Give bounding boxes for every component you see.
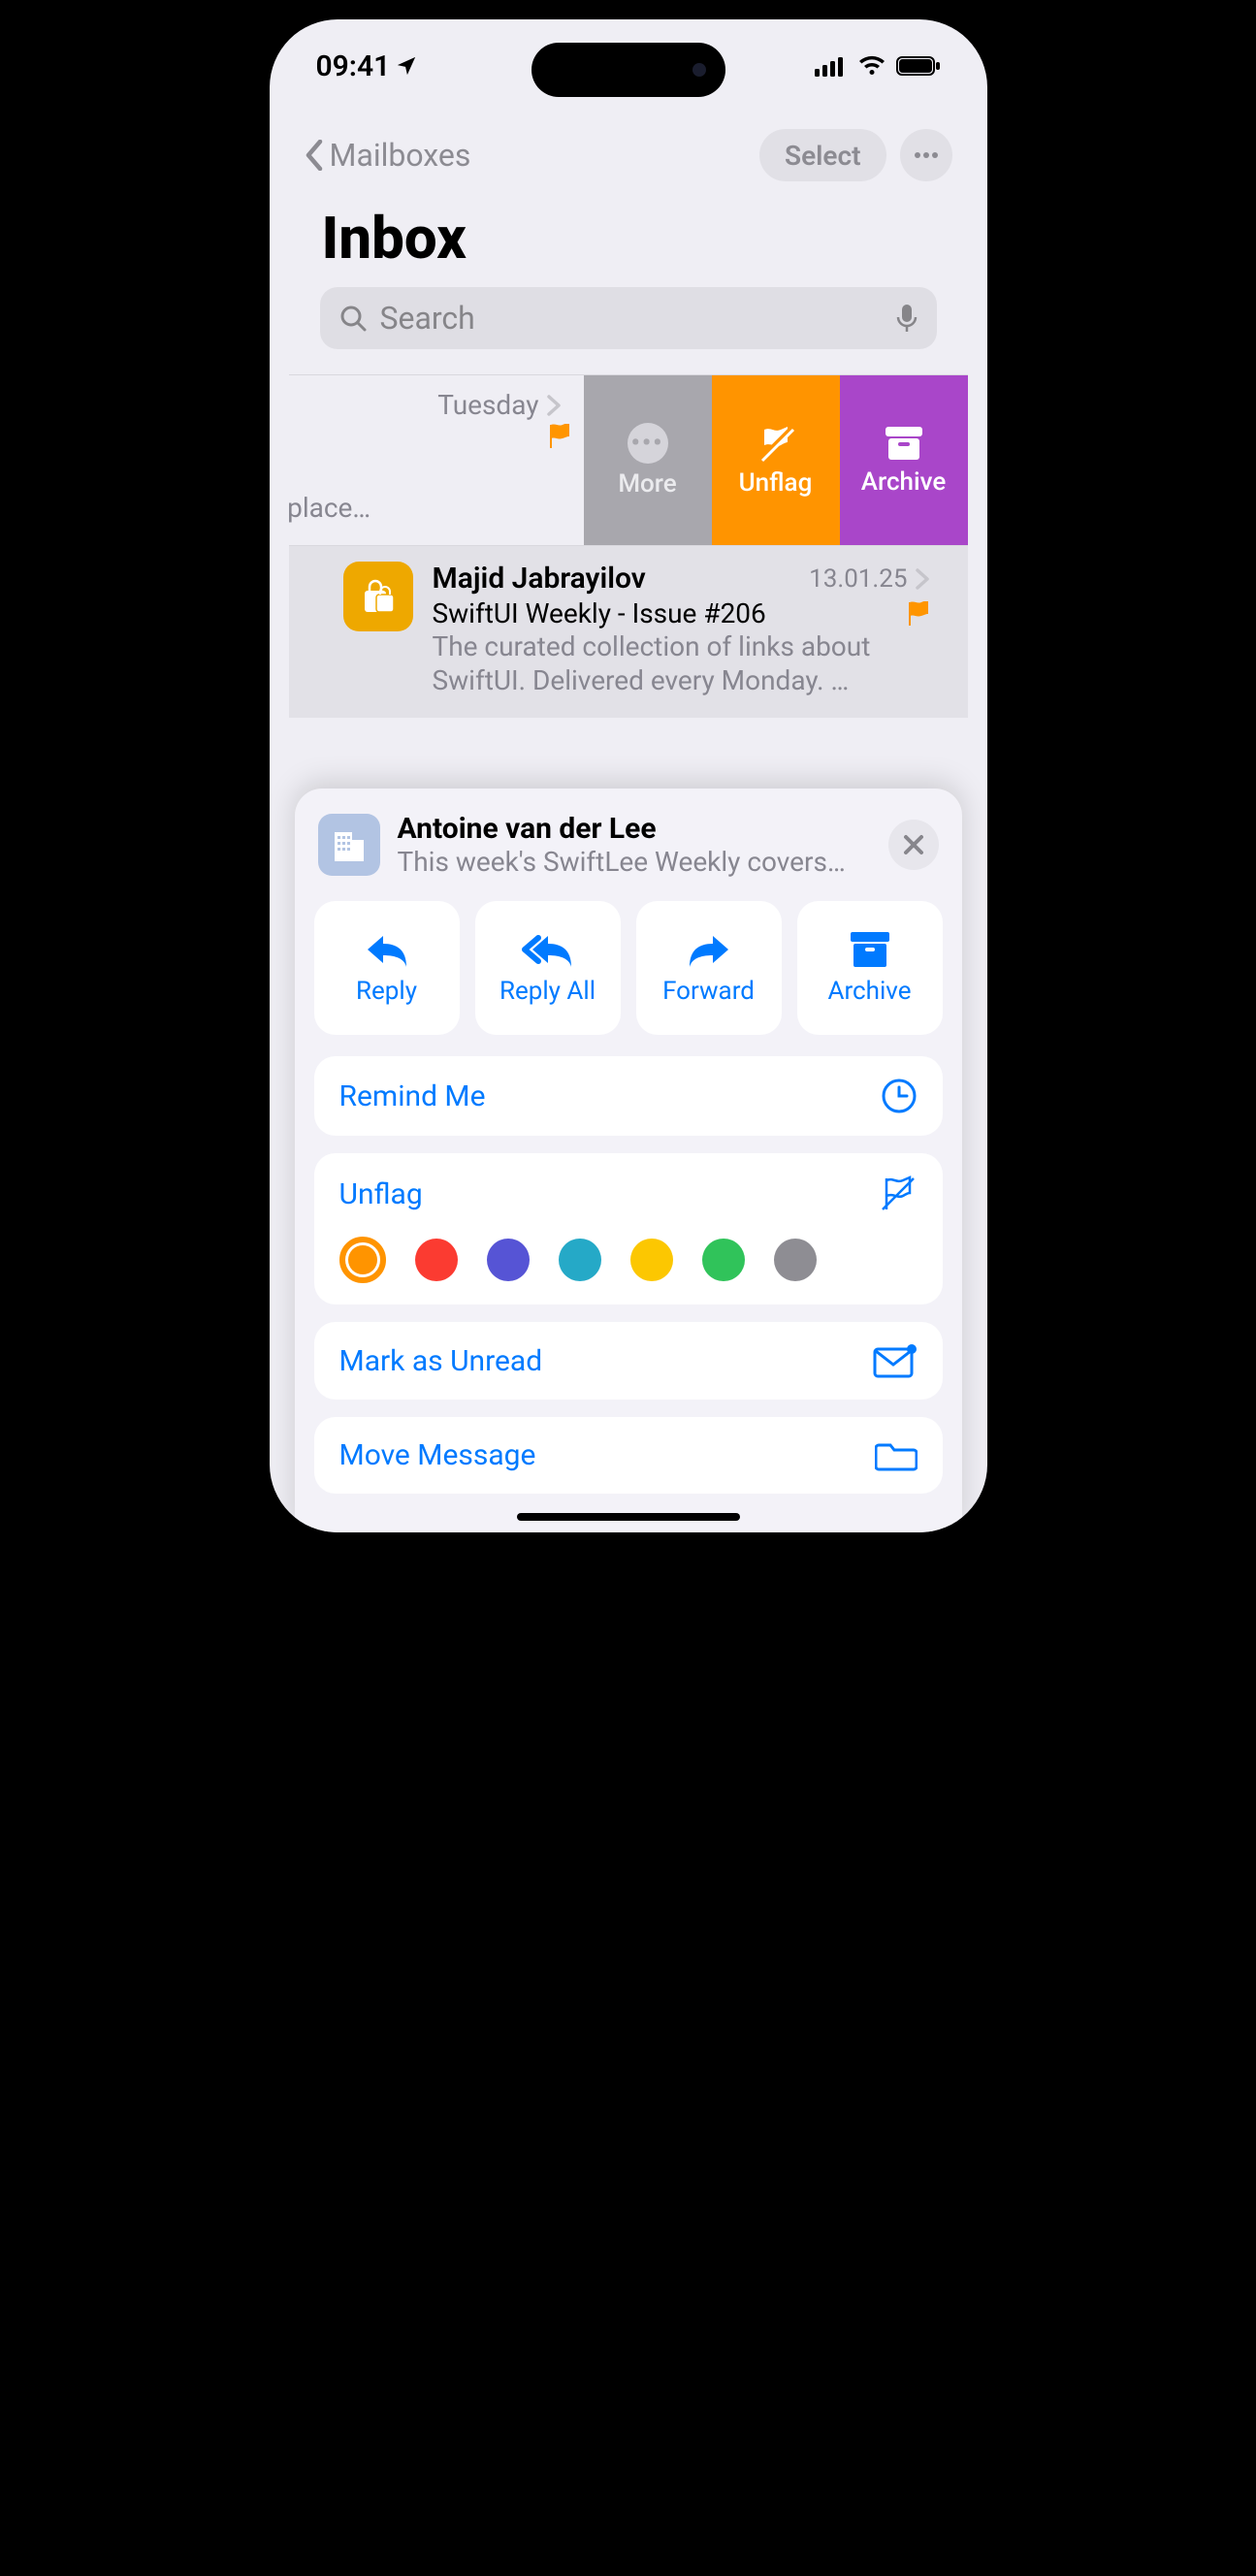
mail-row[interactable]: Majid Jabrayilov 13.01.25 SwiftUI Weekly…: [289, 545, 968, 718]
mark-unread-button[interactable]: Mark as Unread: [339, 1343, 918, 1378]
mail-subject: SwiftUI Weekly - Issue #206: [433, 597, 766, 629]
shopping-bag-icon: [359, 577, 398, 616]
ellipsis-icon: •••: [628, 423, 668, 464]
swipe-more-button[interactable]: ••• More: [584, 375, 712, 545]
reply-button[interactable]: Reply: [314, 901, 460, 1035]
flag-icon: [908, 601, 929, 627]
flag-color-purple[interactable]: [487, 1239, 530, 1281]
back-label: Mailboxes: [330, 137, 471, 174]
archive-box-icon: [849, 930, 891, 969]
mail-date: Tuesday: [437, 389, 538, 421]
building-icon: [331, 826, 368, 863]
search-input[interactable]: Search: [320, 287, 937, 349]
archive-button[interactable]: Archive: [797, 901, 943, 1035]
flag-color-yellow[interactable]: [630, 1239, 673, 1281]
reply-all-icon: [521, 930, 575, 969]
more-button[interactable]: [900, 129, 952, 181]
mail-row-swiped[interactable]: e ue 254 Weekly covers: tterns Will AI r…: [289, 374, 968, 545]
flag-color-red[interactable]: [415, 1239, 458, 1281]
action-sheet: Antoine van der Lee This week's SwiftLee…: [295, 789, 962, 1532]
back-button[interactable]: Mailboxes: [305, 137, 471, 174]
sheet-preview: This week's SwiftLee Weekly covers…: [398, 846, 871, 878]
flag-color-gray[interactable]: [774, 1239, 817, 1281]
forward-icon: [686, 930, 732, 969]
ellipsis-icon: [914, 151, 939, 159]
flag-color-picker: [339, 1213, 918, 1283]
cellular-icon: [815, 55, 848, 77]
folder-icon: [875, 1439, 918, 1472]
forward-button[interactable]: Forward: [636, 901, 782, 1035]
unflag-button[interactable]: Unflag: [339, 1175, 918, 1213]
sheet-sender: Antoine van der Lee: [398, 812, 871, 846]
page-title: Inbox: [322, 204, 467, 273]
flag-slash-icon: [757, 424, 795, 463]
flag-icon: [549, 424, 570, 449]
clock-icon: [881, 1078, 918, 1114]
reply-icon: [364, 930, 410, 969]
microphone-icon[interactable]: [896, 304, 918, 333]
archive-box-icon: [884, 425, 924, 462]
mail-sender: Majid Jabrayilov: [433, 562, 646, 596]
status-time: 09:41: [316, 49, 391, 83]
avatar: [318, 814, 380, 876]
avatar: [343, 562, 413, 631]
flag-color-teal[interactable]: [559, 1239, 601, 1281]
flag-color-orange[interactable]: [339, 1237, 386, 1283]
flag-color-green[interactable]: [702, 1239, 745, 1281]
reply-all-button[interactable]: Reply All: [475, 901, 621, 1035]
chevron-right-icon: [547, 395, 561, 416]
battery-icon: [896, 55, 941, 77]
move-message-button[interactable]: Move Message: [339, 1438, 918, 1472]
search-icon: [339, 305, 367, 332]
mail-preview: The curated collection of links about Sw…: [433, 629, 929, 697]
swipe-archive-button[interactable]: Archive: [840, 375, 968, 545]
close-icon: [903, 834, 924, 855]
select-button[interactable]: Select: [759, 129, 886, 181]
flag-slash-icon: [879, 1175, 918, 1213]
search-placeholder: Search: [380, 300, 883, 337]
swipe-unflag-button[interactable]: Unflag: [712, 375, 840, 545]
home-indicator[interactable]: [517, 1513, 740, 1521]
location-icon: [396, 55, 417, 77]
envelope-badge-icon: [873, 1343, 918, 1378]
wifi-icon: [857, 55, 886, 77]
chevron-left-icon: [305, 140, 324, 171]
close-button[interactable]: [888, 820, 939, 870]
chevron-right-icon: [916, 568, 929, 590]
remind-me-button[interactable]: Remind Me: [339, 1078, 918, 1114]
mail-date: 13.01.25: [809, 564, 928, 594]
